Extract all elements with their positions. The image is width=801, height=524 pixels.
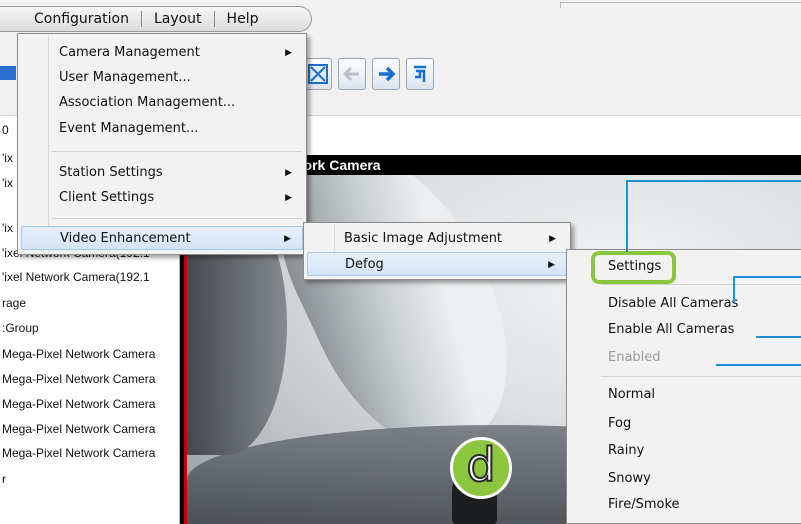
menu-item-label: User Management... bbox=[59, 70, 191, 85]
submenu-arrow-icon: ▶ bbox=[285, 48, 292, 58]
menu-item-enable-all-cameras[interactable]: Enable All Cameras bbox=[567, 318, 801, 342]
menu-separator bbox=[52, 151, 302, 152]
menu-item-label: Station Settings bbox=[59, 165, 163, 180]
menu-item-label: Defog bbox=[345, 257, 384, 272]
submenu-arrow-icon: ▶ bbox=[284, 234, 291, 244]
tree-item[interactable]: 'ix bbox=[2, 151, 13, 165]
menu-item-mode-normal[interactable]: Normal bbox=[567, 383, 801, 407]
menu-item-client-settings[interactable]: Client Settings ▶ bbox=[18, 186, 306, 210]
fit-window-button[interactable] bbox=[304, 58, 332, 90]
menu-item-label: Video Enhancement bbox=[60, 231, 191, 246]
back-arrow-icon bbox=[342, 66, 359, 82]
tree-item[interactable]: Mega-Pixel Network Camera bbox=[2, 372, 155, 386]
menu-item-enabled: Enabled bbox=[567, 346, 801, 370]
menu-item-label: Event Management... bbox=[59, 121, 199, 136]
menu-item-user-management[interactable]: User Management... bbox=[18, 66, 306, 90]
menu-item-mode-rainy[interactable]: Rainy bbox=[567, 439, 801, 463]
menu-item-defog[interactable]: Defog ▶ bbox=[307, 252, 567, 276]
menu-item-basic-image-adjustment[interactable]: Basic Image Adjustment ▶ bbox=[304, 227, 570, 251]
tree-item[interactable]: 'ix bbox=[2, 176, 13, 190]
menu-item-station-settings[interactable]: Station Settings ▶ bbox=[18, 161, 306, 185]
return-button[interactable] bbox=[406, 58, 434, 90]
menu-separator bbox=[52, 218, 302, 219]
menu-help[interactable]: Help bbox=[215, 11, 271, 27]
callout-line bbox=[756, 336, 801, 338]
menu-item-label: Rainy bbox=[608, 443, 645, 458]
step-badge: d bbox=[450, 437, 512, 499]
menu-item-label: Client Settings bbox=[59, 190, 155, 205]
menu-item-disable-all-cameras[interactable]: Disable All Cameras bbox=[567, 292, 801, 316]
submenu-arrow-icon: ▶ bbox=[549, 234, 556, 244]
callout-line bbox=[733, 276, 735, 302]
submenu-arrow-icon: ▶ bbox=[285, 168, 292, 178]
tree-item[interactable]: Mega-Pixel Network Camera bbox=[2, 397, 155, 411]
callout-line bbox=[733, 276, 801, 278]
defog-menu: Settings Disable All Cameras Enable All … bbox=[566, 249, 801, 524]
callout-line bbox=[626, 180, 628, 252]
back-button[interactable] bbox=[338, 58, 366, 90]
menu-layout[interactable]: Layout bbox=[142, 11, 215, 27]
tree-item[interactable]: :Group bbox=[2, 321, 39, 335]
menu-item-label: Fire/Smoke bbox=[608, 497, 680, 512]
video-enhancement-menu: Basic Image Adjustment ▶ Defog ▶ bbox=[303, 222, 571, 280]
menu-item-label: Disable All Cameras bbox=[608, 296, 739, 311]
submenu-arrow-icon: ▶ bbox=[285, 193, 292, 203]
menu-item-camera-management[interactable]: Camera Management ▶ bbox=[18, 41, 306, 65]
tree-item[interactable]: rage bbox=[2, 296, 26, 310]
menu-item-label: Fog bbox=[608, 416, 632, 431]
menu-item-label: Enabled bbox=[608, 350, 661, 365]
settings-highlight-box bbox=[591, 251, 676, 284]
step-badge-letter: d bbox=[465, 438, 496, 492]
forward-button[interactable] bbox=[372, 58, 400, 90]
toolbar-button-partial[interactable] bbox=[0, 66, 16, 80]
window-edge bbox=[560, 2, 801, 8]
menu-strip: Configuration Layout Help bbox=[0, 6, 312, 32]
tree-item[interactable]: Mega-Pixel Network Camera bbox=[2, 422, 155, 436]
menu-item-event-management[interactable]: Event Management... bbox=[18, 117, 306, 141]
tree-item[interactable]: Mega-Pixel Network Camera bbox=[2, 446, 155, 460]
menu-item-association-management[interactable]: Association Management... bbox=[18, 91, 306, 115]
menu-item-label: Normal bbox=[608, 387, 656, 402]
return-icon bbox=[414, 65, 426, 82]
menu-separator bbox=[601, 284, 801, 285]
menu-separator bbox=[601, 376, 801, 377]
tree-item[interactable]: Mega-Pixel Network Camera bbox=[2, 347, 155, 361]
menu-item-label: Enable All Cameras bbox=[608, 322, 735, 337]
tree-item[interactable]: 'ix bbox=[2, 221, 13, 235]
callout-line bbox=[626, 180, 801, 182]
menu-item-label: Association Management... bbox=[59, 95, 236, 110]
menu-item-video-enhancement[interactable]: Video Enhancement ▶ bbox=[21, 226, 303, 250]
forward-arrow-icon bbox=[379, 66, 396, 82]
tree-item[interactable]: 0 bbox=[2, 123, 9, 137]
menu-item-mode-fire-smoke[interactable]: Fire/Smoke bbox=[567, 493, 801, 517]
tree-item[interactable]: r bbox=[2, 472, 6, 486]
configuration-menu: Camera Management ▶ User Management... A… bbox=[17, 33, 307, 255]
submenu-arrow-icon: ▶ bbox=[548, 260, 555, 270]
menu-item-mode-fog[interactable]: Fog bbox=[567, 412, 801, 436]
menu-item-label: Basic Image Adjustment bbox=[344, 231, 503, 246]
tree-item[interactable]: 'ixel Network Camera(192.1 bbox=[2, 270, 150, 284]
menu-item-label: Camera Management bbox=[59, 45, 200, 60]
menu-item-mode-snowy[interactable]: Snowy bbox=[567, 467, 801, 491]
callout-line bbox=[716, 364, 801, 366]
menu-item-label: Snowy bbox=[608, 471, 651, 486]
menu-configuration[interactable]: Configuration bbox=[22, 11, 142, 27]
fit-window-icon bbox=[308, 64, 328, 84]
